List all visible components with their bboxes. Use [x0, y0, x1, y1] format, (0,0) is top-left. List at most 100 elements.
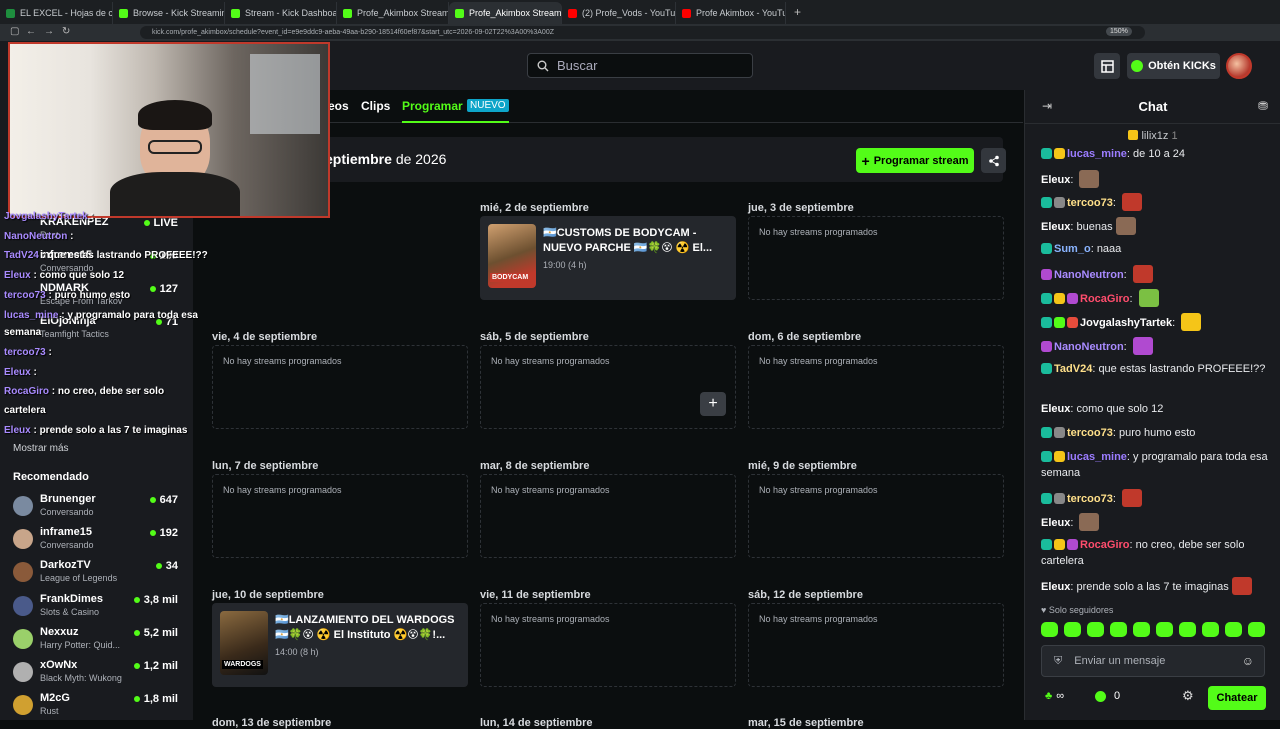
empty-day-card[interactable]: No hay streams programados [480, 474, 736, 558]
month-title: eptiembre de 2026 [325, 151, 447, 167]
chat-username[interactable]: tercoo73 [1067, 427, 1113, 439]
chat-username[interactable]: Eleux [1041, 517, 1070, 529]
kicks-balance[interactable]: 0 [1095, 690, 1120, 702]
layout-icon [1100, 59, 1114, 73]
chat-username[interactable]: Sum_o [1054, 243, 1091, 255]
overlay-username: NanoNeutron [4, 231, 68, 242]
share-button[interactable] [981, 148, 1006, 173]
schedule-stream-label: Programar stream [873, 154, 969, 167]
empty-day-card[interactable]: No hay streams programados [748, 345, 1004, 429]
chat-username[interactable]: tercoo73 [1067, 197, 1113, 209]
layout-button[interactable] [1094, 53, 1120, 79]
empty-day-card[interactable]: No hay streams programados [480, 345, 736, 429]
chat-username[interactable]: RocaGiro [1080, 539, 1130, 551]
pinned-gifter[interactable]: lilix1z 1 [1025, 130, 1280, 142]
recommended-channel-item[interactable]: xOwNx Black Myth: Wukong 1,2 mil [13, 659, 183, 689]
chat-username[interactable]: Eleux [1041, 403, 1070, 415]
forward-icon[interactable]: → [44, 26, 54, 37]
search-icon [537, 60, 549, 71]
schedule-stream-button[interactable]: + Programar stream [856, 148, 974, 173]
event-title: 🇦🇷LANZAMIENTO DEL WARDOGS 🇦🇷🍀😵 ☢️ El Ins… [275, 614, 455, 641]
settings-gear-icon[interactable]: ⚙ [1182, 688, 1194, 704]
recommended-channel-item[interactable]: inframe15 Conversando 192 [13, 526, 183, 556]
empty-day-card[interactable]: No hay streams programados [748, 216, 1004, 300]
browser-tab[interactable]: Profe Akimbox - YouTube× [676, 2, 786, 24]
chat-username[interactable]: lucas_mine [1067, 451, 1127, 463]
get-kicks-button[interactable]: Obtén KICKs [1127, 53, 1220, 79]
chat-username[interactable]: NanoNeutron [1054, 341, 1124, 353]
recommended-channel-item[interactable]: FrankDimes Slots & Casino 3,8 mil [13, 593, 183, 623]
scheduled-event-card[interactable]: WARDOGS 🇦🇷LANZAMIENTO DEL WARDOGS 🇦🇷🍀😵 ☢️… [212, 603, 468, 687]
back-icon[interactable]: ← [26, 26, 36, 37]
day-label: dom, 13 de septiembre [212, 717, 332, 729]
chat-username[interactable]: tercoo73 [1067, 493, 1113, 505]
chat-username[interactable]: Eleux [1041, 581, 1070, 593]
chat-username[interactable]: RocaGiro [1080, 293, 1130, 305]
chat-badge-icon [1054, 427, 1065, 438]
tab-videos[interactable]: eos [328, 99, 349, 113]
tab-favicon [119, 8, 128, 18]
thumbnail-text: BODYCAM [490, 273, 531, 282]
empty-day-card[interactable]: No hay streams programados [212, 474, 468, 558]
chat-badge-icon [1054, 148, 1065, 159]
browser-tab[interactable]: Profe_Akimbox Stream Schedul× [337, 2, 449, 24]
empty-day-card[interactable]: No hay streams programados [748, 474, 1004, 558]
empty-day-card[interactable]: No hay streams programados [748, 603, 1004, 687]
url-field[interactable]: kick.com/profe_akimbox/schedule?event_id… [140, 26, 1145, 39]
scheduled-event-card[interactable]: BODYCAM 🇦🇷CUSTOMS DE BODYCAM - NUEVO PARC… [480, 216, 736, 300]
empty-day-card[interactable]: No hay streams programados [212, 345, 468, 429]
browser-tab[interactable]: EL EXCEL - Hojas de cálculo de× [0, 2, 113, 24]
chat-message: NanoNeutron: [1041, 265, 1271, 283]
chat-badge-icon [1067, 317, 1078, 328]
chat-message: lucas_mine: de 10 a 24 [1041, 146, 1271, 162]
overlay-username: Eleux [4, 270, 31, 281]
recommended-channel-item[interactable]: DarkozTV League of Legends 34 [13, 559, 183, 589]
channel-name: inframe15 [40, 526, 92, 539]
chat-badge-icon [1041, 539, 1052, 550]
chat-username[interactable]: NanoNeutron [1054, 269, 1124, 281]
tab-favicon [568, 8, 577, 18]
channel-category: League of Legends [40, 573, 118, 584]
tab-schedule[interactable]: Programar [402, 99, 463, 113]
chat-username[interactable]: Eleux [1041, 174, 1070, 186]
webcam-glasses [148, 140, 202, 154]
overlay-text: puro humo esto [54, 290, 131, 301]
chat-input[interactable]: ⛨ Enviar un mensaje ☺ [1041, 645, 1265, 677]
browser-tab[interactable]: (2) Profe_Vods - YouTube× [562, 2, 676, 24]
show-more-link[interactable]: Mostrar más [13, 443, 69, 454]
chat-text: naaa [1096, 243, 1122, 255]
browser-tab[interactable]: Stream - Kick Dashboard× [225, 2, 337, 24]
chat-username[interactable]: lucas_mine [1067, 148, 1127, 160]
emote-bar[interactable] [1041, 622, 1265, 637]
window-icon[interactable]: ▢ [10, 26, 19, 37]
viewer-count: 192 [149, 527, 178, 539]
new-tab-icon[interactable]: + [794, 5, 801, 19]
chat-username[interactable]: TadV24 [1054, 363, 1092, 375]
emoji-icon[interactable]: ☺ [1242, 654, 1254, 668]
kicks-count: 0 [1114, 690, 1121, 702]
overlay-chat-line: lucas_mine : y programalo para toda esa [4, 310, 198, 321]
empty-day-card[interactable]: No hay streams programados [480, 603, 736, 687]
search-input[interactable]: Buscar [527, 53, 753, 78]
viewer-count: LIVE [143, 217, 178, 229]
add-event-button[interactable]: + [700, 392, 726, 416]
recommended-channel-item[interactable]: Brunenger Conversando 647 [13, 493, 183, 523]
reload-icon[interactable]: ↻ [62, 26, 70, 37]
recommended-channel-item[interactable]: Nexxuz Harry Potter: Quid... 5,2 mil [13, 626, 183, 656]
browser-tab[interactable]: Browse - Kick Streaming× [113, 2, 225, 24]
chat-username[interactable]: Eleux [1041, 221, 1070, 233]
chat-send-button[interactable]: Chatear [1208, 686, 1266, 710]
gift-icon[interactable]: ⛃ [1258, 99, 1268, 113]
tab-clips[interactable]: Clips [361, 99, 390, 113]
overlay-chat-line: Eleux : [4, 367, 37, 378]
browser-tab[interactable]: Profe_Akimbox Stream Schedul× [449, 2, 562, 24]
chat-username[interactable]: JovgalashyTartek [1080, 317, 1172, 329]
recommended-channel-item[interactable]: M2cG Rust 1,8 mil [13, 692, 183, 722]
points-indicator[interactable]: ♣ ∞ [1045, 690, 1064, 702]
overlay-chat-line: Eleux : prende solo a las 7 te imaginas [4, 425, 188, 436]
user-avatar[interactable] [1226, 53, 1252, 79]
empty-day-text: No hay streams programados [759, 614, 878, 624]
chat-emote-icon [1231, 577, 1252, 595]
chat-emote-icon [1181, 313, 1202, 331]
zoom-badge[interactable]: 150% [1106, 27, 1132, 36]
